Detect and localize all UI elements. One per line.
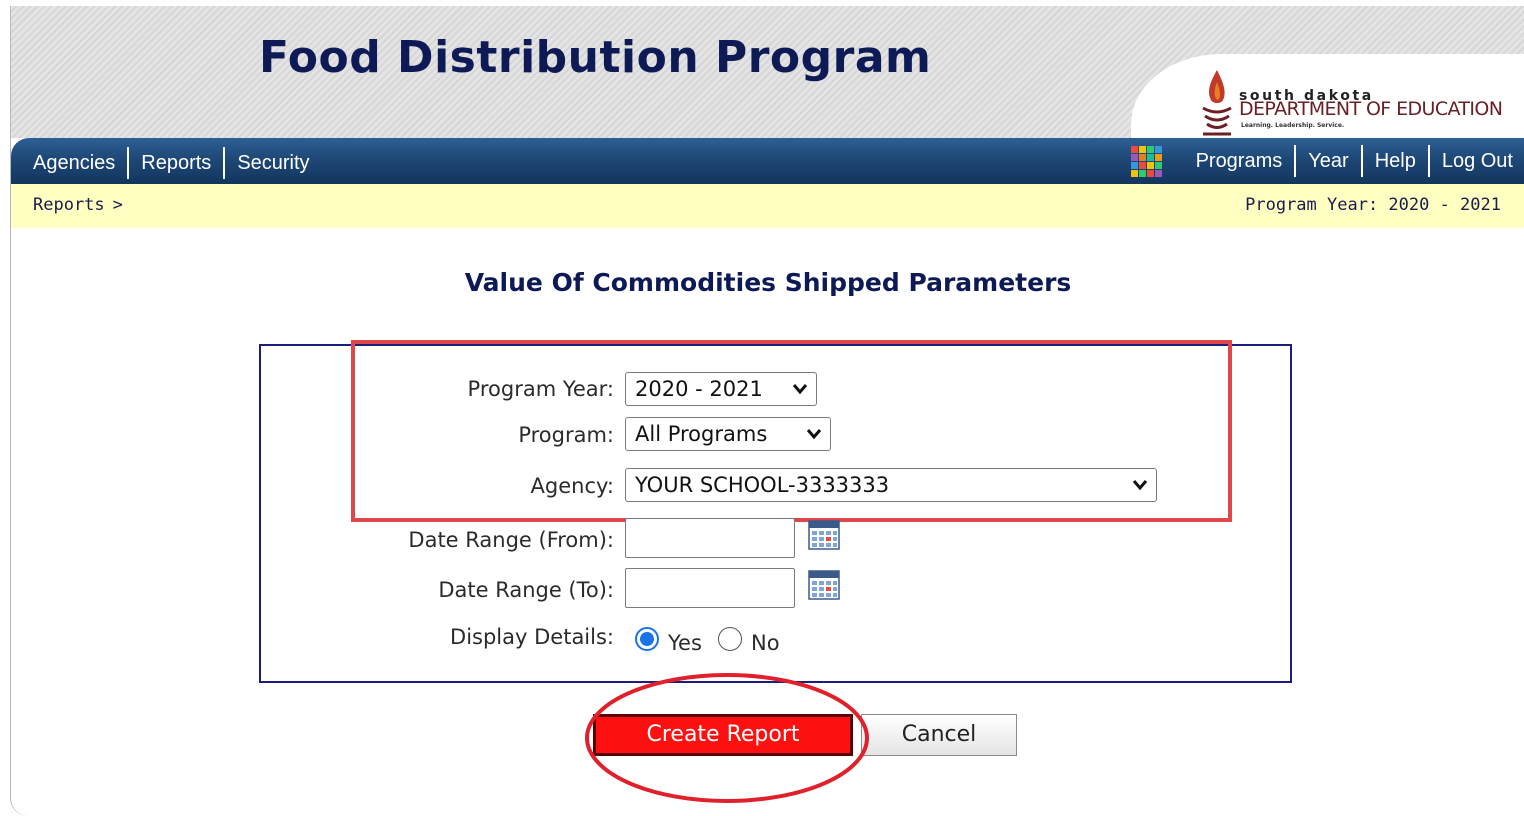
nav-reports[interactable]: Reports xyxy=(129,148,223,178)
chevron-down-icon xyxy=(792,384,808,395)
programs-grid-icon[interactable] xyxy=(1130,145,1162,177)
program-value: All Programs xyxy=(635,422,768,446)
nav-agencies[interactable]: Agencies xyxy=(21,148,127,178)
program-year-indicator: Program Year: 2020 - 2021 xyxy=(1245,195,1501,215)
agency-value: YOUR SCHOOL-3333333 xyxy=(635,473,890,497)
display-details-label: Display Details: xyxy=(450,625,614,649)
display-details-yes-radio[interactable] xyxy=(635,627,659,651)
nav-right-group: Programs Year Help Log Out xyxy=(1130,145,1524,177)
create-report-button[interactable]: Create Report xyxy=(593,714,853,756)
breadcrumb: Reports > xyxy=(33,195,123,215)
cancel-button[interactable]: Cancel xyxy=(861,714,1017,756)
sd-doe-logo: south dakota DEPARTMENT OF EDUCATION Lea… xyxy=(1131,54,1524,150)
program-year-value: 2020 - 2021 xyxy=(635,377,763,401)
chevron-down-icon xyxy=(806,429,822,440)
nav-left-group: Agencies Reports Security xyxy=(21,147,322,179)
page-title: Value Of Commodities Shipped Parameters xyxy=(464,268,1072,297)
agency-select[interactable]: YOUR SCHOOL-3333333 xyxy=(625,468,1157,502)
date-from-label: Date Range (From): xyxy=(408,528,614,552)
date-from-input[interactable] xyxy=(625,518,795,558)
logo-dept-text: DEPARTMENT OF EDUCATION xyxy=(1239,98,1503,120)
torch-flame-icon xyxy=(1202,70,1232,136)
agency-label: Agency: xyxy=(530,474,614,498)
main-nav-bar: Agencies Reports Security Programs Year … xyxy=(11,138,1524,184)
app-title: Food Distribution Program xyxy=(259,32,932,83)
breadcrumb-separator: > xyxy=(112,195,123,215)
program-select[interactable]: All Programs xyxy=(625,417,831,451)
display-details-no-radio[interactable] xyxy=(718,627,742,651)
program-year-select[interactable]: 2020 - 2021 xyxy=(625,372,817,406)
nav-security[interactable]: Security xyxy=(225,148,321,178)
display-details-yes-label: Yes xyxy=(668,631,702,655)
app-frame: Food Distribution Program south dakota D… xyxy=(10,6,1524,816)
chevron-down-icon xyxy=(1132,480,1148,491)
nav-programs[interactable]: Programs xyxy=(1184,146,1295,176)
date-to-input[interactable] xyxy=(625,568,795,608)
nav-logout[interactable]: Log Out xyxy=(1430,146,1524,176)
program-year-label: Program Year: xyxy=(467,377,614,401)
calendar-icon[interactable] xyxy=(808,570,840,600)
display-details-no-label: No xyxy=(751,631,780,655)
nav-help[interactable]: Help xyxy=(1363,146,1428,176)
calendar-icon[interactable] xyxy=(808,520,840,550)
program-label: Program: xyxy=(518,423,614,447)
date-to-label: Date Range (To): xyxy=(438,578,614,602)
breadcrumb-reports-link[interactable]: Reports xyxy=(33,195,105,215)
breadcrumb-bar: Reports > Program Year: 2020 - 2021 xyxy=(11,184,1524,228)
logo-tagline: Learning. Leadership. Service. xyxy=(1241,122,1345,129)
nav-year[interactable]: Year xyxy=(1296,146,1360,176)
